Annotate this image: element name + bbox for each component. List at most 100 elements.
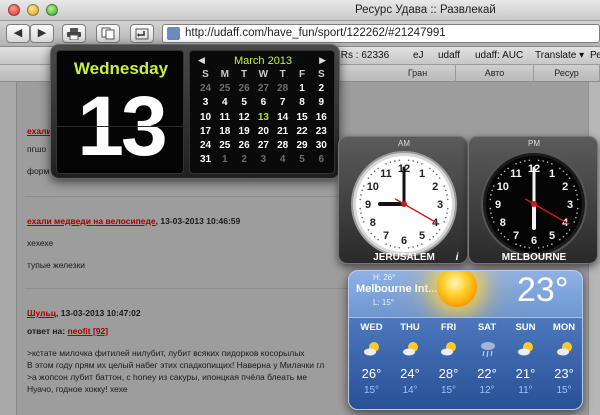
calendar-widget[interactable]: Wednesday 13 ◀ March 2013 ▶ S M T W T F S 24 25 2…: [50, 44, 340, 179]
comment-text: Нуачо, годное хокку! хехе: [27, 384, 128, 394]
calendar-day: 11: [219, 111, 231, 123]
comment-author: ехали: [27, 126, 52, 136]
comment-text: хехехе: [27, 238, 54, 248]
hour-numeral: 8: [500, 217, 506, 229]
month-grid: ◀ March 2013 ▶ S M T W T F S 24 25 26 27 28 1 2 3 4 5 6 7 8…: [189, 50, 335, 174]
minute-tick: [491, 189, 493, 192]
calendar-day: 21: [277, 125, 289, 137]
print-button[interactable]: [62, 24, 86, 43]
bookmark-item[interactable]: udaff: [438, 50, 460, 61]
minute-tick: [537, 159, 540, 162]
tab[interactable]: Авто: [456, 65, 534, 82]
calendar-day: 15: [296, 111, 308, 123]
forecast-day-sun: SUN 21° 11°: [507, 318, 544, 409]
reply-line: ответ на: neofit [92]: [27, 326, 109, 336]
sun-cloud-icon: [518, 342, 533, 356]
weather-location: Melbourne Int...: [356, 283, 438, 295]
minute-tick: [497, 229, 500, 231]
minute-tick: [385, 243, 387, 245]
hour-numeral: 2: [432, 181, 438, 193]
forward-arrow-icon: ▶: [37, 27, 47, 39]
comment-text: >а жопсон лубит баттон, с honey из сакур…: [27, 372, 308, 382]
calendar-day: 19: [238, 125, 250, 137]
copy-button[interactable]: [96, 24, 120, 43]
current-temperature: 23°: [517, 271, 569, 309]
tab[interactable]: Гран: [380, 65, 456, 82]
bookmark-item[interactable]: IRs : 62336: [338, 50, 389, 61]
calendar-day: 4: [222, 97, 228, 109]
minute-tick: [576, 212, 578, 214]
weekday-header: F: [298, 69, 306, 80]
minimize-window-button[interactable]: [27, 4, 39, 16]
calendar-day: 24: [199, 140, 212, 151]
hour-numeral: 10: [367, 181, 379, 193]
calendar-day: 29: [296, 140, 308, 151]
minute-tick: [435, 173, 438, 176]
weather-widget[interactable]: H: 26° Melbourne Int... L: 15° 23° WED 26…: [348, 270, 583, 410]
minute-tick: [490, 212, 492, 214]
open-in-tab-button[interactable]: [130, 24, 154, 43]
calendar-day: 28: [277, 83, 289, 95]
clock-widget-jerusalem[interactable]: AM 123456789101112 JERUSALEM: [338, 136, 468, 264]
am-pm-label: AM: [398, 139, 410, 148]
tab[interactable]: Ресур: [534, 65, 600, 82]
calendar-day: 23: [315, 125, 327, 137]
back-button[interactable]: ◀: [6, 24, 30, 43]
address-bar[interactable]: http://udaff.com/have_fun/sport/122262/#…: [162, 24, 600, 43]
calendar-day: 4: [279, 154, 286, 166]
clock-city-label: MELBOURNE: [501, 252, 567, 263]
forward-button[interactable]: ▶: [30, 24, 54, 43]
calendar-day: 1: [222, 154, 228, 166]
bookmark-item[interactable]: Ресурс: [590, 50, 600, 61]
minute-tick: [416, 245, 419, 247]
minute-tick: [491, 216, 493, 219]
forecast-low: 14°: [402, 385, 418, 396]
weekday-header: M: [220, 69, 229, 80]
calendar-day: 17: [199, 125, 212, 137]
minute-tick: [568, 177, 571, 179]
hour-numeral: 3: [437, 199, 443, 211]
info-icon[interactable]: i: [452, 252, 462, 264]
weekday-header: T: [241, 69, 248, 80]
minute-tick: [429, 167, 431, 170]
minute-tick: [500, 232, 503, 235]
calendar-day: 2: [318, 83, 325, 95]
calendar-day: 14: [277, 111, 289, 123]
minute-tick: [565, 232, 568, 235]
calendar-day: 5: [299, 154, 305, 166]
minute-tick: [490, 194, 492, 196]
bookmark-item[interactable]: eJ: [413, 50, 424, 61]
minute-tick: [445, 189, 447, 192]
forecast-day-label: MON: [552, 322, 576, 333]
minute-tick: [576, 194, 578, 196]
hour-numeral: 7: [513, 230, 519, 242]
printer-icon: [67, 28, 81, 41]
clock-widget-melbourne[interactable]: PM 123456789101112 MELBOURNE: [468, 136, 598, 264]
minute-tick: [394, 246, 396, 248]
minute-tick: [528, 246, 531, 249]
comment-text: тупые железки: [27, 260, 86, 270]
hour-numeral: 6: [531, 235, 537, 247]
minute-tick: [576, 198, 579, 201]
minute-tick: [497, 177, 500, 179]
flip-divider: [57, 126, 185, 127]
forecast-day-label: WED: [360, 322, 383, 333]
forecast-row: WED 26° 15° THU 24° 14° FRI 28° 15° SAT 22° 12° SUN 2…: [349, 317, 582, 409]
calendar-day: 5: [241, 97, 247, 109]
calendar-day: 12: [238, 111, 250, 123]
address-text: http://udaff.com/have_fun/sport/122262/#…: [185, 27, 446, 39]
bookmark-item[interactable]: Translate ▾: [535, 50, 584, 61]
close-window-button[interactable]: [8, 4, 20, 16]
calendar-day: 3: [260, 154, 267, 166]
minute-tick: [370, 173, 373, 176]
forecast-day-sat: SAT 22° 12°: [469, 318, 506, 409]
zoom-window-button[interactable]: [46, 4, 58, 16]
forecast-day-fri: FRI 28° 15°: [430, 318, 467, 409]
next-month-icon[interactable]: ▶: [319, 55, 326, 66]
comment-header: ехали медведи на велосипеде, 13-03-2013 …: [27, 216, 241, 226]
minute-tick: [373, 170, 376, 173]
bookmark-item[interactable]: udaff: AUC: [475, 50, 523, 61]
forecast-day-label: SAT: [477, 322, 497, 333]
am-pm-label: PM: [528, 139, 540, 148]
minute-tick: [446, 212, 448, 214]
